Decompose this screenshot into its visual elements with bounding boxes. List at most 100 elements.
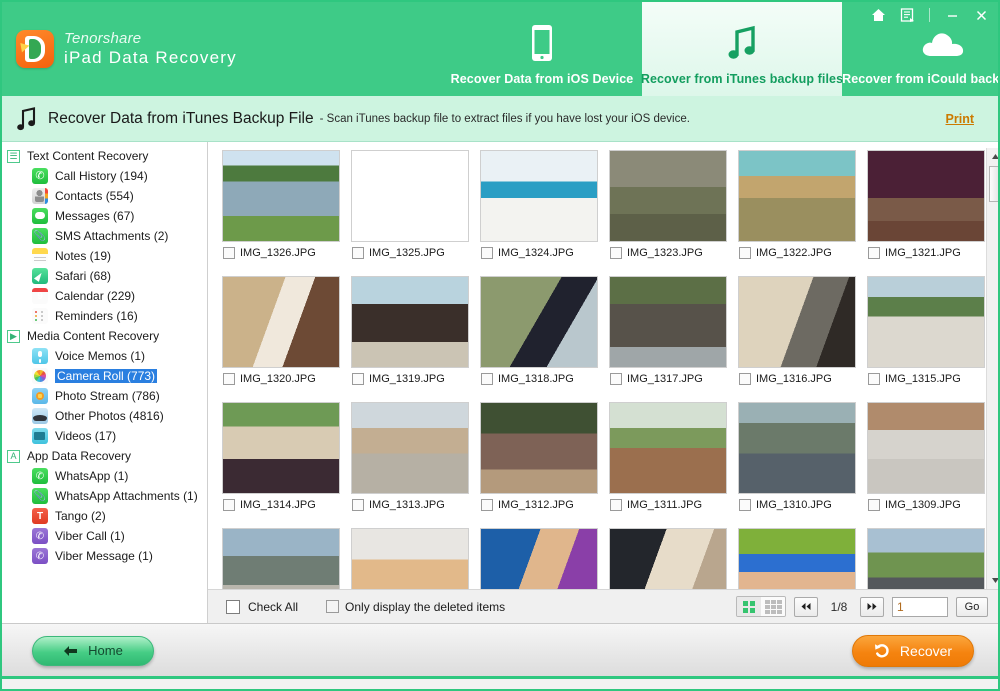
- thumbnail-cell[interactable]: IMG_1322.JPG: [734, 148, 861, 274]
- thumbnail-cell[interactable]: IMG_1320.JPG: [218, 274, 345, 400]
- thumbnail-image[interactable]: [609, 402, 727, 494]
- thumbnail-checkbox[interactable]: [223, 373, 235, 385]
- sidebar-item-photo-stream[interactable]: Photo Stream (786): [2, 386, 207, 406]
- thumbnail-checkbox[interactable]: [868, 373, 880, 385]
- sidebar-item-voice-memos[interactable]: Voice Memos (1): [2, 346, 207, 366]
- sidebar-item-calendar[interactable]: 9 Calendar (229): [2, 286, 207, 306]
- thumbnail-cell[interactable]: IMG_1323.JPG: [605, 148, 732, 274]
- thumbnail-image[interactable]: [480, 150, 598, 242]
- go-button[interactable]: Go: [956, 596, 988, 617]
- thumbnail-cell[interactable]: IMG_1326.JPG: [218, 148, 345, 274]
- thumbnail-image[interactable]: [609, 150, 727, 242]
- thumbnail-image[interactable]: [480, 402, 598, 494]
- thumbnail-image[interactable]: [480, 528, 598, 589]
- thumbnail-image[interactable]: [222, 150, 340, 242]
- thumbnail-checkbox[interactable]: [481, 247, 493, 259]
- sidebar-item-call-history[interactable]: Call History (194): [2, 166, 207, 186]
- sidebar-item-reminders[interactable]: Reminders (16): [2, 306, 207, 326]
- thumbnail-checkbox[interactable]: [868, 247, 880, 259]
- thumbnail-cell[interactable]: IMG_1311.JPG: [605, 400, 732, 526]
- thumbnail-checkbox[interactable]: [352, 499, 364, 511]
- thumbnail-cell[interactable]: IMG_1314.JPG: [218, 400, 345, 526]
- thumbnail-cell[interactable]: IMG_1312.JPG: [476, 400, 603, 526]
- sidebar-item-contacts[interactable]: Contacts (554): [2, 186, 207, 206]
- thumbnail-checkbox[interactable]: [352, 373, 364, 385]
- check-all-control[interactable]: Check All: [226, 599, 298, 614]
- thumbnail-cell[interactable]: IMG_1325.JPG: [347, 148, 474, 274]
- thumbnail-image[interactable]: [351, 276, 469, 368]
- sidebar-item-whatsapp-attachments[interactable]: WhatsApp Attachments (1): [2, 486, 207, 506]
- thumbnail-cell[interactable]: IMG_1324.JPG: [476, 148, 603, 274]
- sidebar-item-safari[interactable]: Safari (68): [2, 266, 207, 286]
- thumbnail-checkbox[interactable]: [739, 247, 751, 259]
- scrollbar-thumb[interactable]: [989, 166, 998, 202]
- thumbnail-image[interactable]: [222, 276, 340, 368]
- feedback-icon[interactable]: [898, 6, 916, 24]
- scroll-down-icon[interactable]: [987, 572, 998, 589]
- small-grid-icon[interactable]: [761, 597, 785, 616]
- thumbnail-cell[interactable]: IMG_1321.JPG: [863, 148, 990, 274]
- thumbnail-image[interactable]: [867, 528, 985, 589]
- sidebar-item-sms-attachments[interactable]: SMS Attachments (2): [2, 226, 207, 246]
- print-link[interactable]: Print: [946, 112, 982, 126]
- thumbnail-image[interactable]: [480, 276, 598, 368]
- thumbnail-checkbox[interactable]: [739, 373, 751, 385]
- thumbnail-cell[interactable]: [863, 526, 990, 589]
- home-button[interactable]: Home: [32, 635, 154, 666]
- thumbnail-image[interactable]: [738, 528, 856, 589]
- only-deleted-control[interactable]: Only display the deleted items: [326, 600, 505, 614]
- recover-button[interactable]: Recover: [852, 634, 974, 667]
- group-expander-icon[interactable]: ☰: [7, 149, 20, 163]
- vertical-scrollbar[interactable]: [986, 148, 998, 589]
- thumbnail-image[interactable]: [222, 402, 340, 494]
- thumbnail-cell[interactable]: IMG_1318.JPG: [476, 274, 603, 400]
- thumbnail-checkbox[interactable]: [739, 499, 751, 511]
- thumbnail-checkbox[interactable]: [481, 499, 493, 511]
- close-button[interactable]: [972, 6, 990, 24]
- sidebar-item-camera-roll[interactable]: Camera Roll (773): [2, 366, 207, 386]
- next-page-button[interactable]: [860, 596, 884, 617]
- thumbnail-cell[interactable]: [734, 526, 861, 589]
- sidebar-item-whatsapp[interactable]: WhatsApp (1): [2, 466, 207, 486]
- thumbnail-image[interactable]: [738, 150, 856, 242]
- sidebar-item-viber-call[interactable]: Viber Call (1): [2, 526, 207, 546]
- thumbnail-checkbox[interactable]: [610, 247, 622, 259]
- thumbnail-cell[interactable]: [476, 526, 603, 589]
- thumbnail-image[interactable]: [351, 402, 469, 494]
- large-grid-icon[interactable]: [737, 597, 761, 616]
- thumbnail-cell[interactable]: IMG_1316.JPG: [734, 274, 861, 400]
- thumbnail-cell[interactable]: IMG_1317.JPG: [605, 274, 732, 400]
- thumbnail-image[interactable]: [867, 150, 985, 242]
- thumbnail-cell[interactable]: IMG_1315.JPG: [863, 274, 990, 400]
- thumbnail-image[interactable]: [609, 528, 727, 589]
- sidebar-item-tango[interactable]: T Tango (2): [2, 506, 207, 526]
- thumbnail-image[interactable]: [351, 150, 469, 242]
- sidebar-group-app-data-recovery[interactable]: A App Data Recovery: [2, 446, 207, 466]
- thumbnail-checkbox[interactable]: [868, 499, 880, 511]
- sidebar-item-other-photos[interactable]: Other Photos (4816): [2, 406, 207, 426]
- tab-recover-from-itunes-backup[interactable]: Recover from iTunes backup files: [641, 2, 843, 96]
- minimize-button[interactable]: [943, 6, 961, 24]
- tab-recover-from-ios-device[interactable]: Recover Data from iOS Device: [442, 2, 642, 96]
- sidebar-group-text-content-recovery[interactable]: ☰ Text Content Recovery: [2, 146, 207, 166]
- thumbnail-image[interactable]: [738, 276, 856, 368]
- thumbnail-image[interactable]: [351, 528, 469, 589]
- thumbnail-cell[interactable]: IMG_1309.JPG: [863, 400, 990, 526]
- home-icon[interactable]: [869, 6, 887, 24]
- sidebar-item-viber-message[interactable]: Viber Message (1): [2, 546, 207, 566]
- sidebar-item-notes[interactable]: Notes (19): [2, 246, 207, 266]
- group-expander-icon[interactable]: ▶: [7, 329, 20, 343]
- thumbnail-image[interactable]: [222, 528, 340, 589]
- thumbnail-image[interactable]: [867, 276, 985, 368]
- thumbnail-cell[interactable]: IMG_1319.JPG: [347, 274, 474, 400]
- thumbnail-image[interactable]: [867, 402, 985, 494]
- check-all-checkbox[interactable]: [226, 599, 240, 614]
- sidebar-item-videos[interactable]: Videos (17): [2, 426, 207, 446]
- thumbnail-checkbox[interactable]: [610, 373, 622, 385]
- thumbnail-checkbox[interactable]: [352, 247, 364, 259]
- thumbnail-checkbox[interactable]: [223, 499, 235, 511]
- scroll-up-icon[interactable]: [987, 148, 998, 165]
- thumbnail-cell[interactable]: IMG_1310.JPG: [734, 400, 861, 526]
- thumbnail-image[interactable]: [609, 276, 727, 368]
- previous-page-button[interactable]: [794, 596, 818, 617]
